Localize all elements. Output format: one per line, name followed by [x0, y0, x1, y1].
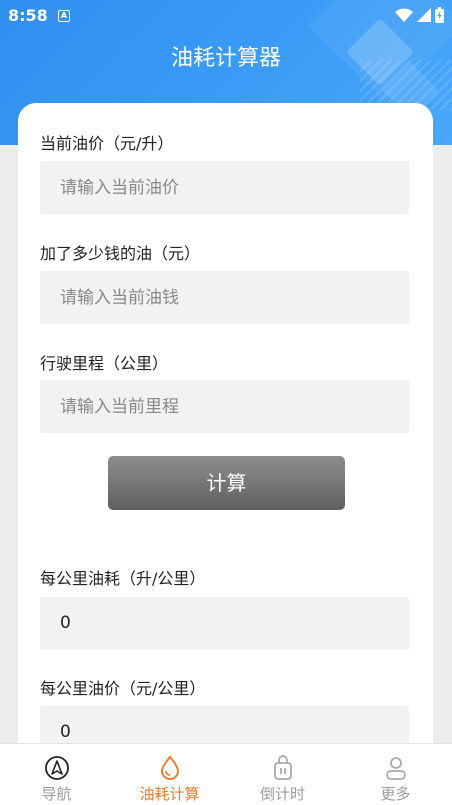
user-icon	[385, 757, 406, 780]
signal-icon	[417, 8, 431, 22]
navigation-icon	[44, 756, 69, 780]
price-input[interactable]	[40, 161, 409, 214]
calculate-button[interactable]: 计算	[108, 456, 345, 510]
money-label: 加了多少钱的油（元）	[40, 244, 201, 263]
page-title: 油耗计算器	[170, 46, 281, 71]
tab-label: 导航	[41, 785, 72, 803]
tab-label: 倒计时	[259, 785, 305, 803]
status-time: 8:58	[8, 6, 48, 25]
tab-label: 油耗计算	[139, 785, 200, 803]
tab-countdown[interactable]: 倒计时	[226, 744, 339, 805]
cost-label: 每公里油价（元/公里）	[40, 679, 206, 698]
distance-input[interactable]	[40, 380, 409, 433]
money-input[interactable]	[40, 271, 409, 324]
timer-icon	[273, 755, 292, 780]
price-label: 当前油价（元/升）	[40, 134, 174, 153]
status-bar: 8:58 A	[0, 0, 452, 32]
battery-icon	[435, 7, 444, 23]
tab-label: 更多	[380, 785, 411, 803]
tab-fuel-calc[interactable]: 油耗计算	[113, 744, 226, 805]
notification-icon: A	[58, 10, 70, 22]
fuel-drop-icon	[160, 755, 179, 780]
wifi-icon	[395, 8, 413, 22]
consumption-value: 0	[40, 597, 409, 650]
calculator-card: 当前油价（元/升） 加了多少钱的油（元） 行驶里程（公里） 计算 每公里油耗（升…	[18, 103, 433, 803]
consumption-label: 每公里油耗（升/公里）	[40, 569, 206, 588]
tab-more[interactable]: 更多	[339, 744, 452, 805]
bottom-tab-bar: 导航 油耗计算 倒计时 更多	[0, 743, 452, 805]
distance-label: 行驶里程（公里）	[40, 354, 169, 373]
tab-navigation[interactable]: 导航	[0, 744, 113, 805]
